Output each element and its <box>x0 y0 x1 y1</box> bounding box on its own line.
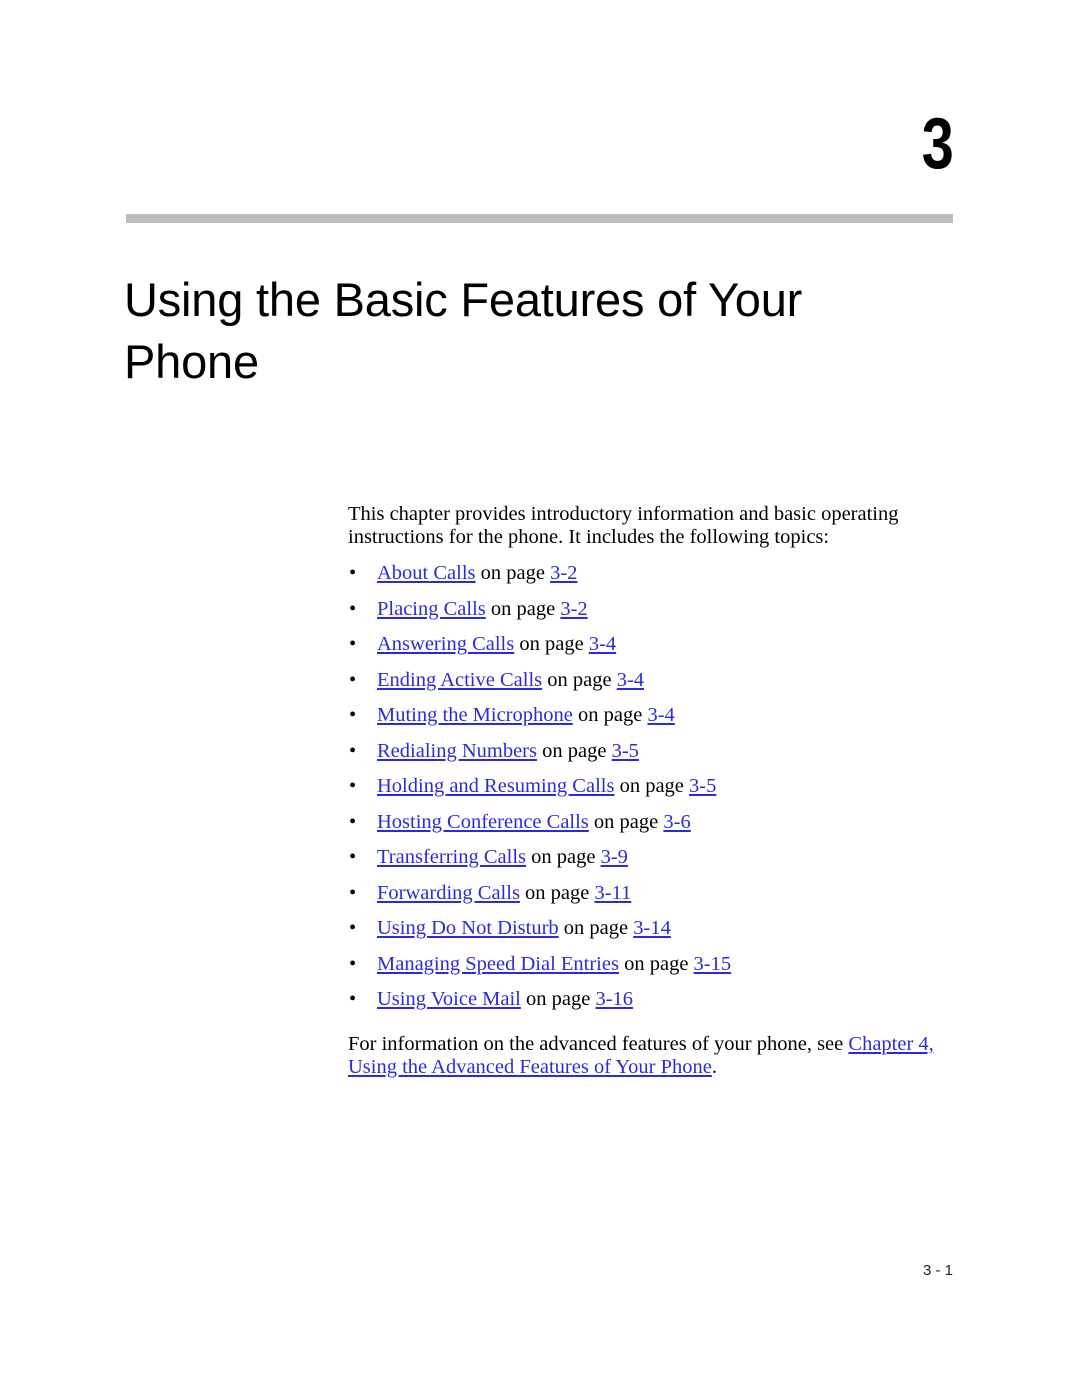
on-page-label: on page <box>542 739 607 762</box>
topic-link[interactable]: Managing Speed Dial Entries <box>377 953 619 975</box>
list-item: • Placing Calls on page 3-2 <box>348 598 958 634</box>
bullet-icon: • <box>349 668 357 691</box>
page-title: Using the Basic Features of Your Phone <box>124 273 803 389</box>
chapter-number: 3 <box>921 104 954 184</box>
on-page-label: on page <box>526 988 591 1010</box>
topic-page-number-link[interactable]: 3-15 <box>694 953 732 975</box>
closing-lead-text: For information on the advanced features… <box>348 1032 849 1055</box>
bullet-icon: • <box>349 704 357 726</box>
topic-page-number-link[interactable]: 3-6 <box>663 811 690 833</box>
bullet-icon: • <box>349 739 357 762</box>
chapter-rule-divider <box>126 214 953 223</box>
topic-page-number-link[interactable]: 3-9 <box>601 846 628 868</box>
topic-link-list: • About Calls on page 3-2 • Placing Calls o… <box>348 562 958 1024</box>
closing-paragraph: For information on the advanced features… <box>348 1033 958 1079</box>
list-item: • Managing Speed Dial Entries on page 3-1… <box>348 953 958 989</box>
topic-link[interactable]: Holding and Resuming Calls <box>377 775 614 797</box>
on-page-label: on page <box>519 633 584 655</box>
topic-page-number-link[interactable]: 3-4 <box>617 669 644 691</box>
on-page-label: on page <box>593 810 659 833</box>
topic-link[interactable]: About Calls <box>377 562 476 584</box>
topic-page-number-link[interactable]: 3-2 <box>550 562 577 584</box>
on-page-label: on page <box>480 562 545 584</box>
bullet-icon: • <box>349 597 357 620</box>
list-item: • Hosting Conference Calls on page 3-6 <box>348 811 958 847</box>
list-item: • Holding and Resuming Calls on page 3-5 <box>348 775 958 811</box>
list-item: • Using Do Not Disturb on page 3-14 <box>348 917 958 953</box>
body-column: This chapter provides introductory infor… <box>348 503 958 1079</box>
bullet-icon: • <box>349 846 357 868</box>
intro-paragraph: This chapter provides introductory infor… <box>348 503 899 548</box>
topic-link[interactable]: Using Voice Mail <box>377 988 521 1010</box>
topic-link[interactable]: Answering Calls <box>377 633 514 655</box>
bullet-icon: • <box>349 633 357 655</box>
topic-link[interactable]: Transferring Calls <box>377 846 526 868</box>
bullet-icon: • <box>349 917 357 939</box>
closing-trailing-text: . <box>711 1055 717 1078</box>
on-page-label: on page <box>578 704 643 726</box>
list-item: • Answering Calls on page 3-4 <box>348 633 958 669</box>
topic-link[interactable]: Muting the Microphone <box>377 704 573 726</box>
bullet-icon: • <box>349 881 357 904</box>
list-item: • Ending Active Calls on page 3-4 <box>348 669 958 705</box>
on-page-label: on page <box>531 846 596 868</box>
topic-page-number-link[interactable]: 3-4 <box>589 633 616 655</box>
topic-page-number-link[interactable]: 3-5 <box>689 775 716 797</box>
topic-page-number-link[interactable]: 3-5 <box>612 740 639 762</box>
topic-page-number-link[interactable]: 3-16 <box>595 988 633 1010</box>
list-item: • About Calls on page 3-2 <box>348 562 958 598</box>
topic-link[interactable]: Ending Active Calls <box>377 669 542 691</box>
on-page-label: on page <box>619 775 684 797</box>
topic-link[interactable]: Placing Calls <box>377 598 486 620</box>
bullet-icon: • <box>349 988 357 1010</box>
topic-link[interactable]: Hosting Conference Calls <box>377 811 589 833</box>
list-item: • Forwarding Calls on page 3-11 <box>348 882 958 918</box>
on-page-label: on page <box>547 668 612 691</box>
topic-link[interactable]: Using Do Not Disturb <box>377 917 559 939</box>
bullet-icon: • <box>349 810 357 833</box>
document-page: 3 Using the Basic Features of Your Phone… <box>0 0 1080 1397</box>
list-item: • Muting the Microphone on page 3-4 <box>348 704 958 740</box>
list-item: • Using Voice Mail on page 3-16 <box>348 988 958 1024</box>
list-item: • Transferring Calls on page 3-9 <box>348 846 958 882</box>
topic-page-number-link[interactable]: 3-11 <box>595 882 632 904</box>
list-item: • Redialing Numbers on page 3-5 <box>348 740 958 776</box>
on-page-label: on page <box>624 952 689 975</box>
bullet-icon: • <box>349 562 357 584</box>
on-page-label: on page <box>525 881 590 904</box>
bullet-icon: • <box>349 775 357 797</box>
bullet-icon: • <box>349 952 357 975</box>
topic-link[interactable]: Redialing Numbers <box>377 740 537 762</box>
on-page-label: on page <box>490 597 556 620</box>
on-page-label: on page <box>563 917 629 939</box>
topic-page-number-link[interactable]: 3-2 <box>560 598 587 620</box>
page-number-footer: 3 - 1 <box>922 1262 953 1279</box>
topic-link[interactable]: Forwarding Calls <box>377 882 520 904</box>
topic-page-number-link[interactable]: 3-4 <box>647 704 674 726</box>
topic-page-number-link[interactable]: 3-14 <box>633 917 671 939</box>
